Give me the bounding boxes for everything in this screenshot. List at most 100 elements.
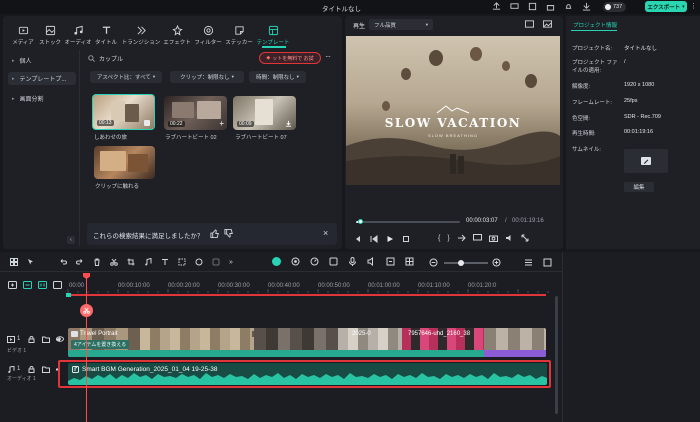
keyframe-icon[interactable] (386, 257, 395, 266)
add-icon[interactable]: + (219, 120, 224, 128)
sidebar-item-personal[interactable]: ▸ 個人 (8, 54, 76, 67)
mark-out-icon[interactable]: } (447, 235, 449, 242)
delete-icon[interactable] (93, 258, 101, 266)
tab-stock[interactable]: ストック (37, 24, 63, 46)
mask-icon[interactable] (212, 258, 220, 266)
grid-layout-icon[interactable] (405, 257, 414, 266)
image-icon[interactable] (543, 20, 552, 28)
filter-aspect-ratio[interactable]: アスペクト比：すべて ▾ (90, 71, 162, 83)
more-menu-icon[interactable]: ⋮ (690, 2, 697, 10)
sidebar-item-template-preset[interactable]: ▸ テンプレートプ... (8, 72, 76, 85)
voiceover-icon[interactable] (367, 257, 376, 266)
tab-filter[interactable]: フィルター (194, 24, 222, 46)
quality-select[interactable]: フル品質 ▾ (369, 19, 433, 30)
lock-icon[interactable] (28, 366, 35, 373)
timeline-scrollbar[interactable] (555, 296, 558, 414)
favorite-icon[interactable] (144, 120, 150, 126)
crop-icon[interactable] (127, 258, 135, 266)
frame-icon[interactable] (178, 258, 186, 266)
template-thumbnail[interactable]: 00:13 (92, 94, 155, 130)
monitor-icon[interactable] (472, 234, 482, 242)
search-input[interactable]: カップル (88, 52, 250, 64)
rewind-icon[interactable] (370, 235, 378, 243)
color-icon[interactable] (195, 258, 203, 266)
more-options-icon[interactable]: ··· (325, 52, 331, 61)
audio-clip[interactable]: Smart BGM Generation_2025_01_04 19-25-38 (68, 363, 547, 385)
sidebar-item-split-screen[interactable]: ▸ 画面分割 (8, 92, 76, 105)
folder-icon[interactable] (42, 336, 50, 343)
ai-icon[interactable] (272, 257, 281, 266)
thumbs-down-icon[interactable] (224, 229, 233, 238)
edit-button[interactable]: 編集 (624, 182, 654, 192)
tab-transition[interactable]: トランジション (122, 24, 160, 46)
tab-project-info[interactable]: プロジェクト情報 (573, 21, 617, 29)
add-track-icon[interactable] (8, 281, 17, 289)
work-area-bar[interactable] (68, 294, 546, 296)
filter-clip[interactable]: クリップ：制限なし ▾ (170, 71, 244, 83)
microphone-icon[interactable] (348, 257, 357, 266)
snap-icon[interactable] (329, 257, 338, 266)
preview-tab[interactable]: 再生 (353, 21, 365, 30)
collapse-sidebar-button[interactable]: ‹ (67, 236, 75, 244)
tab-template[interactable]: テンプレート (257, 24, 289, 46)
eye-icon[interactable] (56, 336, 64, 342)
fullscreen-icon[interactable] (528, 2, 537, 11)
bell-icon[interactable] (564, 2, 573, 11)
speed-icon[interactable] (310, 257, 319, 266)
mark-in-icon[interactable]: { (438, 235, 440, 242)
credits-badge[interactable]: 737 (603, 2, 627, 12)
volume-icon[interactable] (505, 234, 514, 242)
select-tool-icon[interactable] (27, 258, 35, 266)
play-icon[interactable] (386, 235, 394, 243)
playback-progress[interactable] (356, 219, 460, 224)
filter-duration[interactable]: 時間：制限なし ▾ (249, 71, 306, 83)
tab-sticker[interactable]: ステッカー (225, 24, 253, 46)
camera-icon[interactable] (488, 234, 498, 242)
more-tools-icon[interactable]: » (229, 259, 233, 266)
thumbnail-box[interactable] (624, 149, 668, 173)
thumbs-up-icon[interactable] (210, 229, 219, 238)
zoom-slider[interactable] (444, 259, 488, 266)
folder-icon[interactable] (42, 366, 50, 373)
template-thumbnail[interactable]: 00:22 + (164, 96, 227, 130)
stop-icon[interactable] (402, 235, 410, 243)
lock-icon[interactable] (28, 336, 35, 343)
download-icon[interactable] (285, 120, 292, 127)
tab-effect[interactable]: エフェクト (163, 24, 191, 46)
zoom-in-icon[interactable] (492, 258, 501, 267)
tab-media[interactable]: メディア (10, 24, 36, 46)
export-button[interactable]: エクスポート ▾ (645, 1, 687, 12)
preview-video[interactable]: SLOW VACATION SLOW BREATHING (346, 36, 560, 185)
upload-icon[interactable] (492, 2, 501, 11)
track-settings-icon[interactable] (53, 281, 62, 289)
template-thumbnail[interactable]: 00:09 (233, 96, 296, 130)
grid-icon[interactable] (10, 258, 18, 266)
gift-icon[interactable] (546, 2, 555, 11)
cut-icon[interactable] (110, 258, 118, 266)
text-tool-icon[interactable] (161, 258, 169, 266)
download-icon[interactable] (582, 2, 591, 11)
list-view-icon[interactable] (524, 258, 533, 267)
panel-layout-icon[interactable] (543, 258, 552, 267)
split-icon[interactable] (457, 234, 466, 242)
snapshot-icon[interactable] (525, 20, 534, 28)
close-icon[interactable]: × (323, 228, 328, 238)
undo-icon[interactable] (59, 258, 67, 266)
expand-icon[interactable] (521, 234, 529, 242)
zoom-out-icon[interactable] (429, 258, 438, 267)
tab-audio[interactable]: オーディオ (64, 24, 92, 46)
audio-track-header: 1 オーディオ 1 (4, 363, 66, 387)
previous-frame-icon[interactable] (354, 235, 362, 243)
music-note-icon[interactable] (144, 258, 152, 266)
tab-title[interactable]: タイトル (93, 24, 119, 46)
record-icon[interactable] (291, 257, 300, 266)
magnet-icon[interactable] (38, 281, 47, 289)
zoom-slider-handle[interactable] (458, 259, 464, 266)
link-icon[interactable] (23, 281, 32, 289)
progress-handle[interactable] (358, 219, 363, 224)
monitor-icon[interactable] (510, 2, 519, 11)
promo-button[interactable]: ◆ ットを無料で お試 (259, 52, 321, 64)
template-thumbnail[interactable] (94, 146, 155, 179)
redo-icon[interactable] (76, 258, 84, 266)
scissors-marker[interactable] (80, 304, 93, 317)
